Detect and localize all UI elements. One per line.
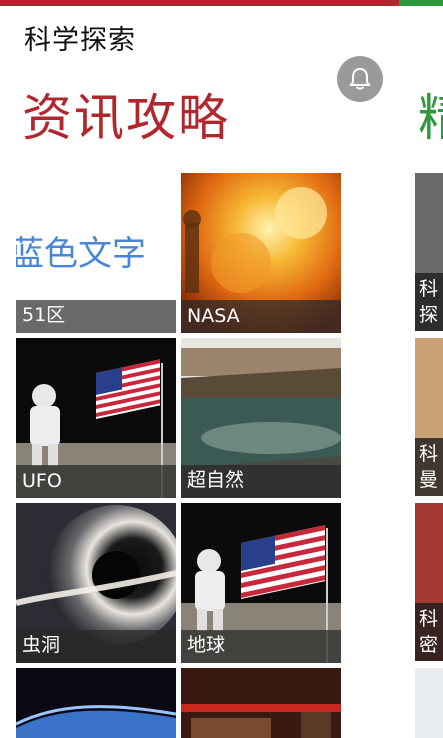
tile-area51[interactable]: 蓝色文字 51区 xyxy=(16,173,176,333)
side-item-text: 探 xyxy=(419,304,439,326)
tile-wormhole[interactable]: 虫洞 xyxy=(16,503,176,663)
tile-label: 51区 xyxy=(22,304,66,326)
side-item-text: 科 xyxy=(419,278,439,300)
top-accent-bar-next xyxy=(399,0,443,6)
tile-nasa[interactable]: NASA xyxy=(181,173,341,333)
app-title: 科学探索 xyxy=(24,25,136,56)
side-item-text: 科 xyxy=(419,608,439,630)
top-accent-bar xyxy=(0,0,443,6)
notification-bell-button[interactable] xyxy=(337,56,383,102)
tile-earth[interactable]: 地球 xyxy=(181,503,341,663)
tile-label: NASA xyxy=(187,305,240,327)
tile-label: 地球 xyxy=(187,634,226,656)
side-item-3[interactable]: 科 密 xyxy=(415,503,443,661)
side-item-text: 科 xyxy=(419,443,439,465)
tile-label: 虫洞 xyxy=(22,634,61,656)
section-title: 资讯攻略 xyxy=(22,89,230,147)
side-item-text: 曼 xyxy=(419,469,439,491)
next-section-title[interactable]: 精 xyxy=(418,78,443,150)
tile-label: 超自然 xyxy=(187,469,245,491)
tile-ufo[interactable]: UFO xyxy=(16,338,176,498)
tile-partial-conference[interactable] xyxy=(181,668,341,738)
tile-image xyxy=(16,705,176,738)
tile-supernatural[interactable]: 超自然 xyxy=(181,338,341,498)
side-item-text: 密 xyxy=(419,634,439,656)
tile-label: UFO xyxy=(22,470,62,492)
side-item-2[interactable]: 科 曼 xyxy=(415,338,443,496)
side-item-4[interactable] xyxy=(415,668,443,738)
tile-image xyxy=(181,704,341,738)
bell-icon xyxy=(349,67,371,90)
side-item-1[interactable]: 科 探 xyxy=(415,173,443,331)
tile-partial-space[interactable] xyxy=(16,668,176,738)
svg-text:蓝色文字: 蓝色文字 xyxy=(16,234,146,274)
